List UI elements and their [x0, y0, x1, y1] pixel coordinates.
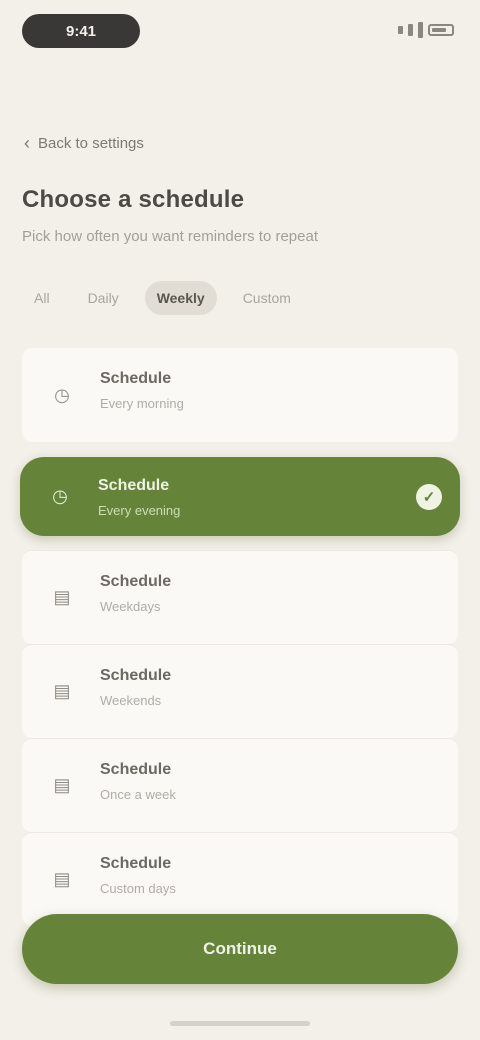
calendar-icon: ▤ — [53, 869, 71, 889]
option-sub: Every morning — [100, 396, 184, 411]
page-title: Choose a schedule — [22, 186, 245, 213]
list-item[interactable]: ▤ Schedule Weekdays — [22, 550, 458, 644]
filter-tab-daily[interactable]: Daily — [76, 281, 131, 315]
filter-tab-custom[interactable]: Custom — [231, 281, 303, 315]
option-label: Schedule — [100, 761, 172, 778]
signal-icon — [398, 26, 403, 34]
list-item-selected[interactable]: ◷ Schedule Every evening ✓ — [20, 456, 460, 536]
back-link-label: Back to settings — [38, 134, 144, 152]
calendar-icon: ▤ — [53, 775, 71, 795]
option-sub: Custom days — [100, 881, 176, 896]
option-label: Schedule — [100, 855, 172, 872]
filter-tab-all[interactable]: All — [22, 281, 62, 315]
signal-icon — [418, 22, 423, 38]
option-label: Schedule — [100, 667, 172, 684]
battery-icon — [428, 24, 454, 36]
option-sub: Once a week — [100, 787, 176, 802]
option-label: Schedule — [100, 370, 172, 387]
option-list: ◷ Schedule Every morning ◷ Schedule Ever… — [20, 348, 460, 926]
list-item[interactable]: ▤ Schedule Weekends — [22, 644, 458, 738]
chevron-left-icon: ‹ — [24, 133, 30, 153]
continue-button[interactable]: Continue — [22, 914, 458, 984]
filter-tabs: All Daily Weekly Custom — [22, 280, 303, 316]
option-sub: Weekdays — [100, 599, 161, 614]
back-link[interactable]: ‹ Back to settings — [24, 132, 234, 154]
calendar-icon: ▤ — [53, 681, 71, 701]
filter-tab-weekly[interactable]: Weekly — [144, 281, 217, 315]
status-bar: 9:41 — [0, 0, 480, 64]
clock-icon: ◷ — [54, 384, 70, 405]
status-time: 9:41 — [22, 14, 140, 48]
option-sub: Weekends — [100, 693, 162, 708]
option-sub: Every evening — [98, 503, 181, 518]
page-subtitle: Pick how often you want reminders to rep… — [22, 228, 318, 245]
list-item[interactable]: ▤ Schedule Custom days — [22, 832, 458, 926]
check-icon: ✓ — [416, 483, 442, 510]
list-item[interactable]: ▤ Schedule Once a week — [22, 738, 458, 832]
option-label: Schedule — [100, 573, 172, 590]
home-indicator[interactable] — [170, 1021, 310, 1026]
clock-icon: ◷ — [52, 486, 68, 506]
status-icons — [378, 18, 454, 42]
list-item[interactable]: ◷ Schedule Every morning — [22, 348, 458, 442]
calendar-icon: ▤ — [53, 587, 71, 607]
option-label: Schedule — [98, 477, 170, 494]
app-screen: 9:41 ‹ Back to settings Choose a schedul… — [0, 0, 480, 1040]
signal-icon — [408, 24, 413, 36]
